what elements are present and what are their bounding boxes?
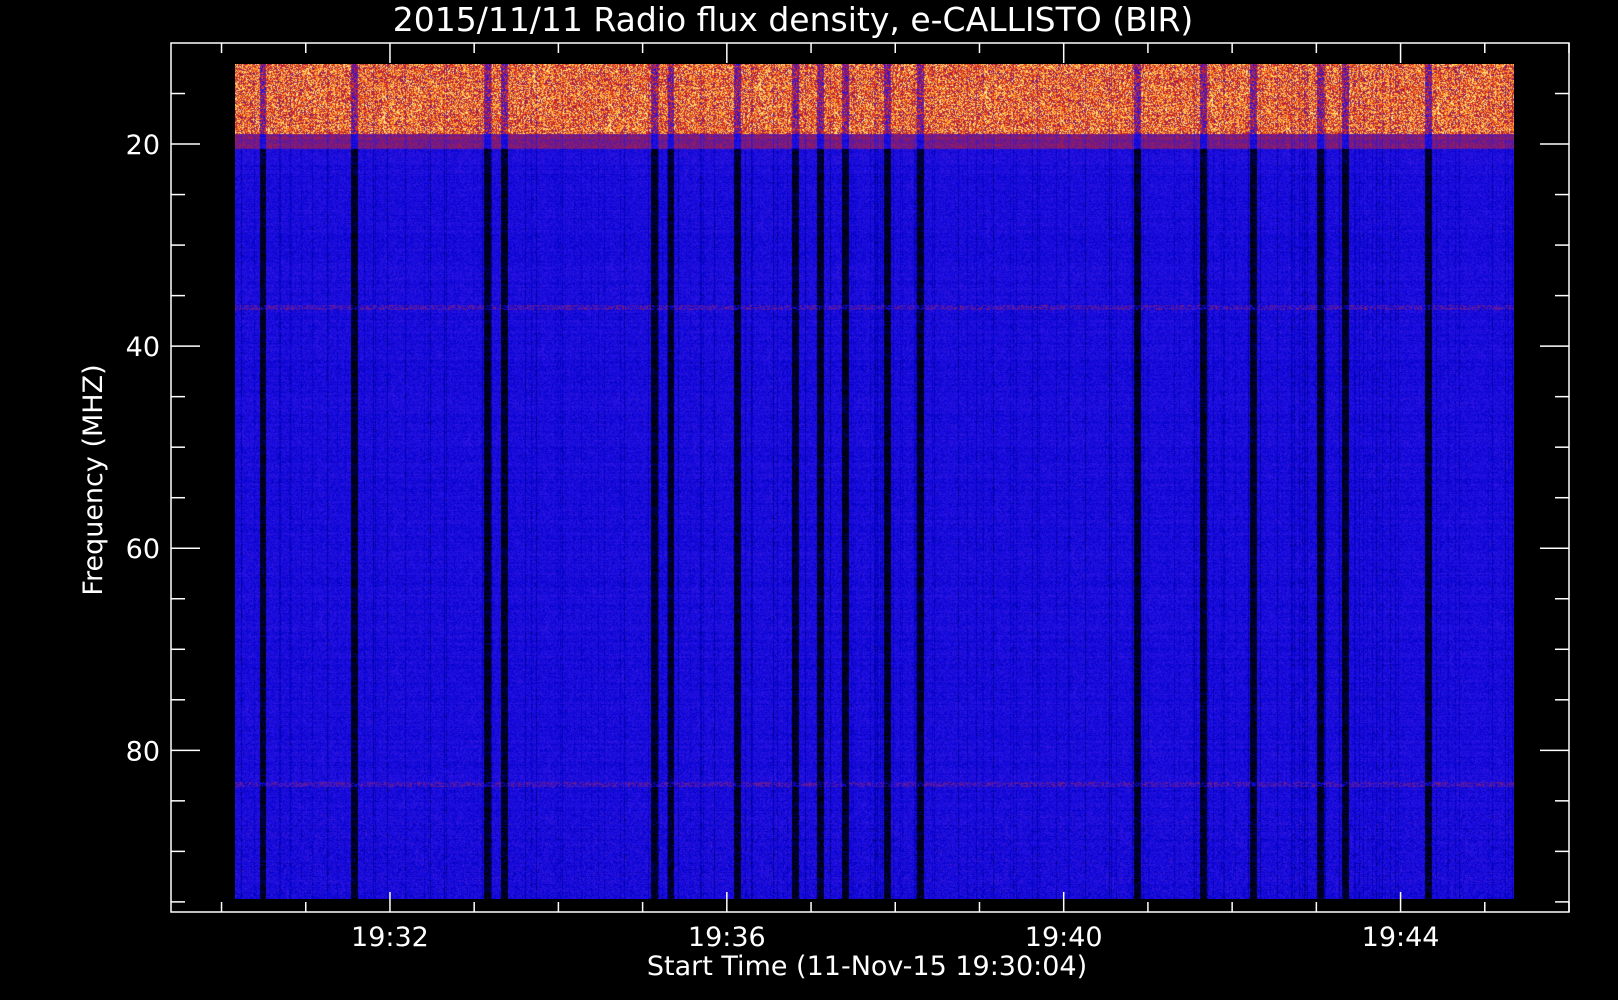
x-tick-label: 19:36 [688,922,766,953]
x-axis-ticks [220,43,1570,912]
plot-frame [170,42,1570,913]
x-axis-label: Start Time (11-Nov-15 19:30:04) [647,951,1087,982]
y-tick-label: 60 [126,534,160,565]
y-axis-label: Frequency (MHZ) [78,364,109,595]
y-tick-label: 80 [126,736,160,767]
x-tick-label: 19:40 [1025,922,1103,953]
chart-title: 2015/11/11 Radio flux density, e-CALLIST… [393,0,1194,39]
y-axis-ticks [171,92,1569,903]
x-tick-label: 19:32 [351,922,429,953]
x-tick-label: 19:44 [1362,922,1440,953]
x-axis-tick-labels: 19:32 19:36 19:40 19:44 [351,922,1439,953]
plot-axes: 2015/11/11 Radio flux density, e-CALLIST… [78,0,1570,982]
y-tick-label: 20 [126,130,160,161]
y-axis-tick-labels: 20 40 60 80 [126,130,160,767]
spectrogram-figure: 2015/11/11 Radio flux density, e-CALLIST… [0,0,1618,1000]
y-tick-label: 40 [126,332,160,363]
